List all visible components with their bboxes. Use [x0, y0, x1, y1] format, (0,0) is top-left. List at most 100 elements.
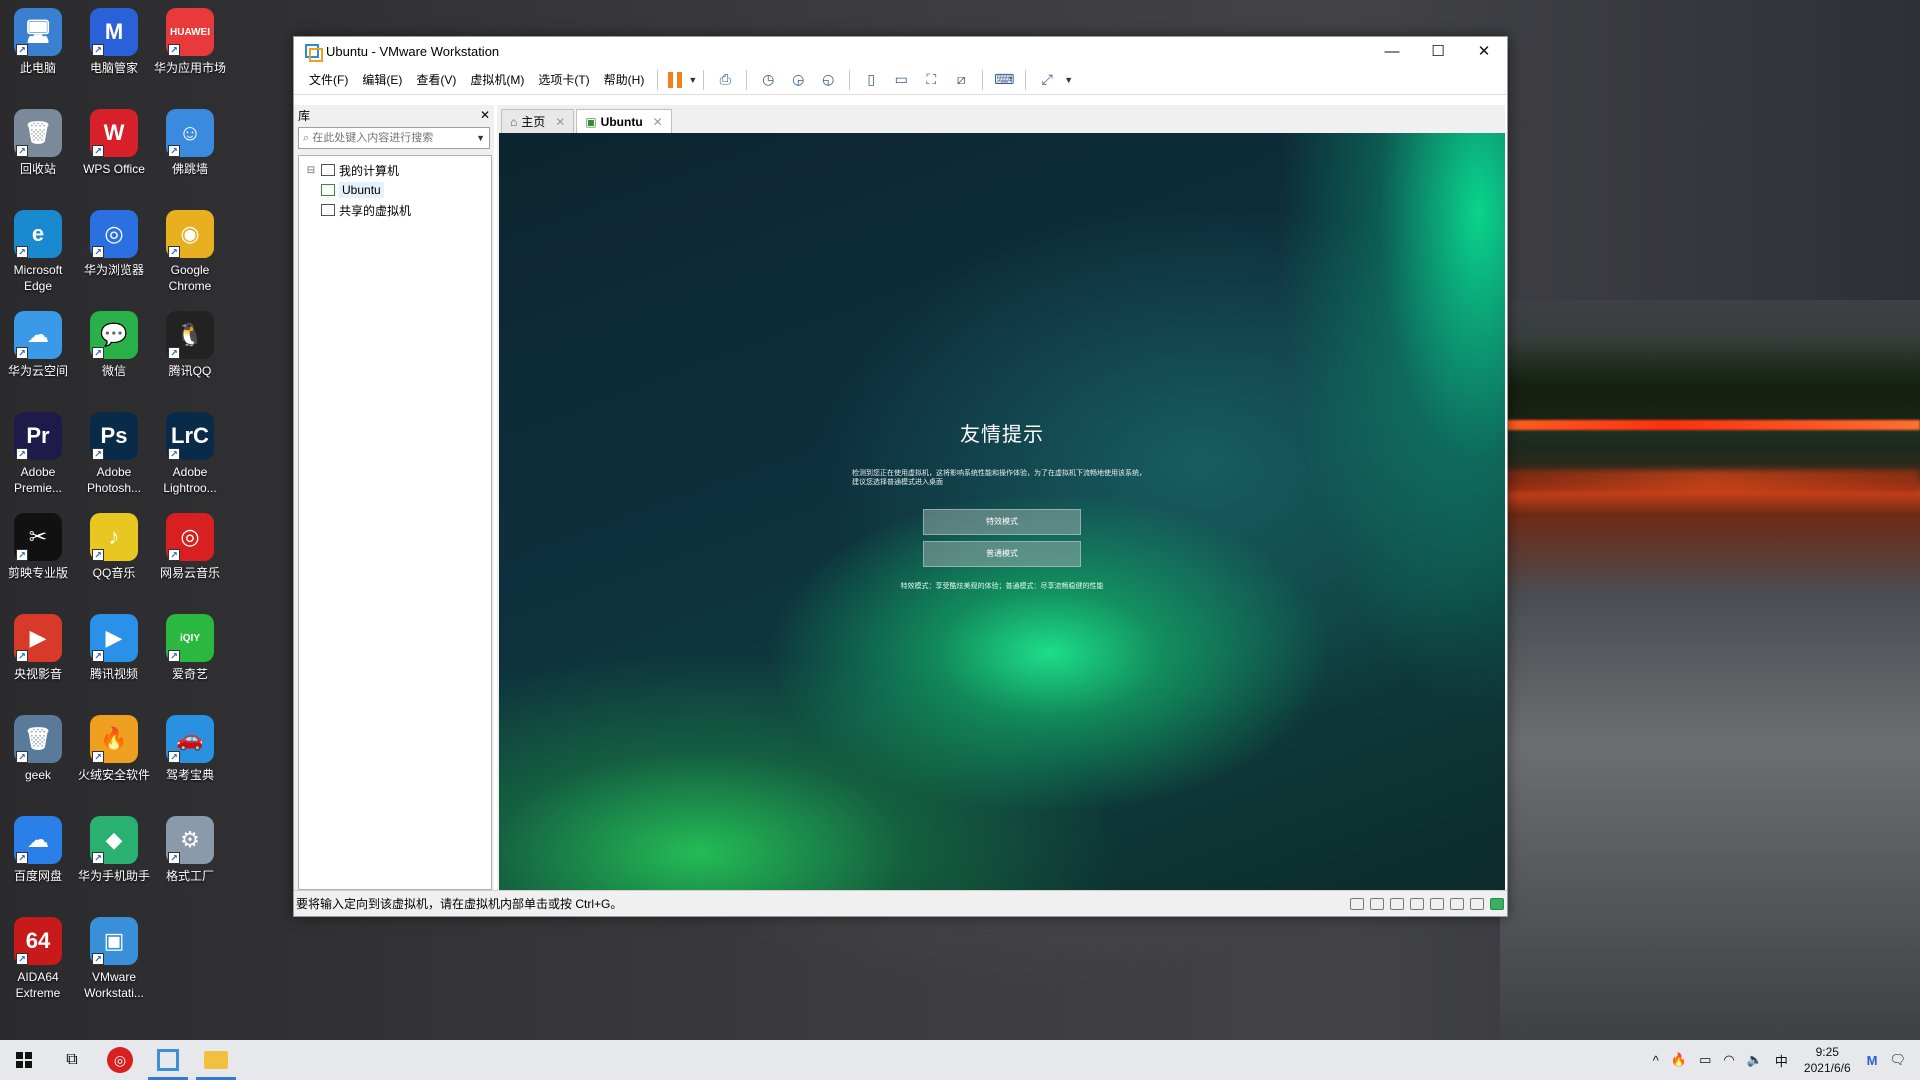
effects-mode-button[interactable]: 特效模式 — [923, 509, 1081, 535]
desktop-icon[interactable]: iQIY ↗ 爱奇艺 — [152, 614, 228, 682]
desktop-icon[interactable]: ▶ ↗ 腾讯视频 — [76, 614, 152, 682]
cd-drive-icon[interactable] — [1370, 897, 1384, 910]
maximize-button[interactable]: ☐ — [1415, 37, 1461, 65]
menu-edit[interactable]: 编辑(E) — [355, 71, 409, 88]
task-view-button[interactable]: ⧉ — [48, 1040, 96, 1080]
notification-icon[interactable]: 🗨 — [1889, 1052, 1906, 1068]
desktop-icon-label: Adobe Photosh... — [86, 465, 142, 495]
menu-view[interactable]: 查看(V) — [409, 71, 463, 88]
message-log-icon[interactable] — [1490, 897, 1504, 910]
shortcut-arrow-icon: ↗ — [168, 852, 180, 864]
library-search-box[interactable]: ⌕ ▼ — [298, 127, 490, 149]
desktop-icon[interactable]: ☁ ↗ 百度网盘 — [0, 816, 76, 884]
unity-icon[interactable]: ⧄ — [949, 68, 973, 92]
shortcut-arrow-icon: ↗ — [16, 650, 28, 662]
clock[interactable]: 9:25 2021/6/6 — [1804, 1044, 1851, 1076]
desktop-icon[interactable]: ☁ ↗ 华为云空间 — [0, 311, 76, 379]
desktop-icon[interactable]: 💬 ↗ 微信 — [76, 311, 152, 379]
taskbar-vmware[interactable] — [144, 1040, 192, 1080]
guest-screen[interactable]: 友情提示 检测到您正在使用虚拟机，这将影响系统性能和操作体验，为了在虚拟机下流畅… — [499, 133, 1505, 890]
power-dropdown-icon[interactable]: ▼ — [688, 75, 697, 85]
tree-item-shared-vms[interactable]: 共享的虚拟机 — [299, 200, 491, 220]
desktop-icon[interactable]: ☺ ↗ 佛跳墙 — [152, 109, 228, 177]
vmware-app-icon — [304, 43, 323, 62]
desktop-icon[interactable]: e ↗ Microsoft Edge — [0, 210, 76, 294]
app-icon: M ↗ — [90, 8, 138, 56]
desktop-icon[interactable]: ◆ ↗ 华为手机助手 — [76, 816, 152, 884]
usb-icon[interactable] — [1450, 897, 1464, 910]
network-adapter-icon[interactable] — [1390, 897, 1404, 910]
minimize-button[interactable]: — — [1369, 37, 1415, 65]
desktop-icon-label: geek — [24, 768, 52, 782]
taskbar-netease-music[interactable]: ◎ — [96, 1040, 144, 1080]
pause-icon[interactable] — [668, 71, 683, 88]
collapse-icon[interactable]: ⊟ — [305, 165, 317, 176]
hard-disk-icon[interactable] — [1350, 897, 1364, 910]
library-search-input[interactable] — [312, 132, 477, 144]
window-titlebar[interactable]: Ubuntu - VMware Workstation — ☐ ✕ — [294, 37, 1507, 65]
console-view-icon[interactable]: ⌨ — [992, 68, 1016, 92]
revert-snapshot-icon[interactable]: ◶ — [786, 68, 810, 92]
desktop-icon[interactable]: ▶ ↗ 央视影音 — [0, 614, 76, 682]
desktop-icon[interactable]: Ps ↗ Adobe Photosh... — [76, 412, 152, 496]
desktop-icon[interactable]: M ↗ 电脑管家 — [76, 8, 152, 76]
stretch-dropdown-icon[interactable]: ▼ — [1064, 75, 1073, 85]
task-view-icon: ⧉ — [66, 1051, 78, 1068]
thumbnail-bar-icon[interactable]: ▭ — [889, 68, 913, 92]
desktop-icon[interactable]: 🐧 ↗ 腾讯QQ — [152, 311, 228, 379]
stretch-guest-icon[interactable]: ⤢ — [1035, 68, 1059, 92]
desktop-icon[interactable]: 🖥 ↗ 此电脑 — [0, 8, 76, 76]
search-dropdown-icon[interactable]: ▼ — [476, 133, 489, 143]
tab-ubuntu[interactable]: ▣ Ubuntu ✕ — [576, 109, 672, 133]
taskbar-file-explorer[interactable] — [192, 1040, 240, 1080]
desktop-icon[interactable]: 🗑 ↗ 回收站 — [0, 109, 76, 177]
library-close-icon[interactable]: ✕ — [480, 108, 490, 122]
snapshot-manager-icon[interactable]: ◵ — [816, 68, 840, 92]
close-button[interactable]: ✕ — [1461, 37, 1507, 65]
desktop-icon[interactable]: ✂ ↗ 剪映专业版 — [0, 513, 76, 581]
wifi-icon[interactable]: ◠ — [1723, 1052, 1734, 1068]
normal-mode-button[interactable]: 普通模式 — [923, 541, 1081, 567]
shortcut-arrow-icon: ↗ — [168, 347, 180, 359]
desktop-icon[interactable]: 64 ↗ AIDA64 Extreme — [0, 917, 76, 1001]
menu-vm[interactable]: 虚拟机(M) — [463, 71, 531, 88]
desktop-icon[interactable]: ◉ ↗ Google Chrome — [152, 210, 228, 294]
system-tray: ^ 🔥 ▭ ◠ 🔈 中 9:25 2021/6/6 M 🗨 — [1647, 1040, 1920, 1080]
tree-item-my-computer[interactable]: ⊟ 我的计算机 — [299, 160, 491, 180]
full-screen-icon[interactable]: ⛶ — [919, 68, 943, 92]
tree-item-ubuntu[interactable]: Ubuntu — [299, 180, 491, 200]
desktop-icon[interactable]: ◎ ↗ 华为浏览器 — [76, 210, 152, 278]
menu-tabs[interactable]: 选项卡(T) — [531, 71, 596, 88]
desktop-icon[interactable]: ▣ ↗ VMware Workstati... — [76, 917, 152, 1001]
desktop-icon[interactable]: ⚙ ↗ 格式工厂 — [152, 816, 228, 884]
display-icon[interactable] — [1470, 897, 1484, 910]
printer-icon[interactable] — [1410, 897, 1424, 910]
desktop-icon[interactable]: 🔥 ↗ 火绒安全软件 — [76, 715, 152, 783]
start-button[interactable] — [0, 1040, 48, 1080]
pc-manager-tray-icon[interactable]: M — [1867, 1053, 1878, 1068]
desktop-icon[interactable]: 🗑 ↗ geek — [0, 715, 76, 783]
show-library-icon[interactable]: ▯ — [859, 68, 883, 92]
huorong-tray-icon[interactable]: 🔥 — [1671, 1052, 1687, 1068]
tab-home[interactable]: ⌂ 主页 ✕ — [501, 109, 575, 133]
desktop-icon[interactable]: LrC ↗ Adobe Lightroo... — [152, 412, 228, 496]
desktop-icon[interactable]: W ↗ WPS Office — [76, 109, 152, 177]
desktop-icon[interactable]: HUAWEI ↗ 华为应用市场 — [152, 8, 228, 76]
menu-help[interactable]: 帮助(H) — [597, 71, 652, 88]
chevron-up-icon[interactable]: ^ — [1653, 1053, 1659, 1068]
desktop-icon[interactable]: ◎ ↗ 网易云音乐 — [152, 513, 228, 581]
desktop-icon[interactable]: ♪ ↗ QQ音乐 — [76, 513, 152, 581]
snapshot-icon[interactable]: ◷ — [756, 68, 780, 92]
tab-close-icon[interactable]: ✕ — [653, 115, 663, 129]
send-ctrl-alt-del-icon[interactable]: ⎙ — [713, 68, 737, 92]
app-icon: 💬 ↗ — [90, 311, 138, 359]
volume-icon[interactable]: 🔈 — [1747, 1052, 1763, 1068]
menu-file[interactable]: 文件(F) — [302, 71, 355, 88]
desktop-icon[interactable]: 🚗 ↗ 驾考宝典 — [152, 715, 228, 783]
desktop-icon[interactable]: Pr ↗ Adobe Premie... — [0, 412, 76, 496]
sound-icon[interactable] — [1430, 897, 1444, 910]
battery-icon[interactable]: ▭ — [1699, 1052, 1711, 1068]
ime-indicator[interactable]: 中 — [1775, 1051, 1788, 1070]
tab-close-icon[interactable]: ✕ — [555, 115, 565, 129]
desktop-icon-label: 华为手机助手 — [77, 869, 150, 883]
